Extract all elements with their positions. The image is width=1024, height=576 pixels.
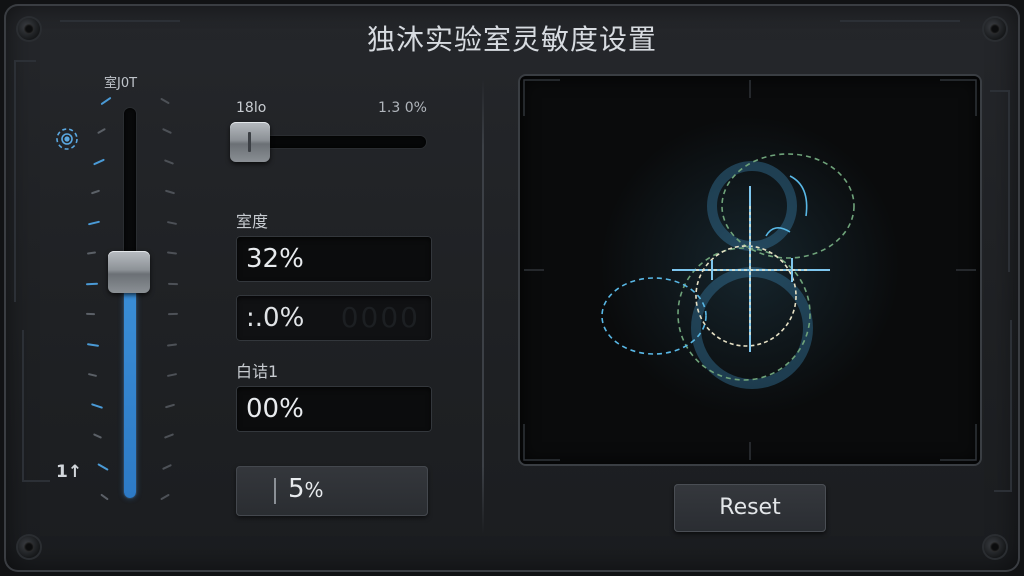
screw-icon bbox=[984, 536, 1006, 558]
circuit-trace bbox=[22, 330, 50, 482]
horizontal-slider-value: 1.3 0% bbox=[378, 100, 427, 116]
vertical-slider-fill bbox=[124, 271, 136, 498]
slider-tick bbox=[167, 282, 178, 285]
vertical-slider-label: 室J0T bbox=[104, 76, 138, 91]
vertical-slider-thumb[interactable] bbox=[108, 250, 150, 293]
value-field-2-text: :.0% bbox=[246, 303, 305, 333]
circuit-trace bbox=[990, 90, 1010, 272]
stepper-value: 5% bbox=[288, 474, 324, 504]
field-label-2: 白诘1 bbox=[236, 362, 279, 381]
circuit-trace bbox=[14, 60, 36, 302]
visualizer-graphic bbox=[523, 79, 977, 461]
circuit-trace bbox=[994, 320, 1012, 492]
value-field-2[interactable]: :.0% bbox=[236, 295, 432, 341]
panel-divider bbox=[482, 78, 484, 534]
reset-button[interactable]: Reset bbox=[674, 484, 826, 532]
value-field-3[interactable]: 00% bbox=[236, 386, 432, 432]
gear-icon bbox=[56, 128, 78, 150]
horizontal-slider-label: 18lo bbox=[236, 100, 267, 116]
vertical-slider-bottom-label: 1↑ bbox=[56, 462, 83, 482]
screw-icon bbox=[18, 536, 40, 558]
stepper-cursor bbox=[274, 478, 276, 504]
field-label-1: 室度 bbox=[236, 212, 269, 231]
horizontal-slider-thumb[interactable] bbox=[230, 122, 270, 162]
percent-stepper[interactable]: 5% bbox=[236, 466, 428, 516]
window-title: 独沐实验室灵敏度设置 bbox=[366, 23, 657, 56]
slider-tick bbox=[86, 282, 99, 286]
value-field-1[interactable]: 32% bbox=[236, 236, 432, 282]
